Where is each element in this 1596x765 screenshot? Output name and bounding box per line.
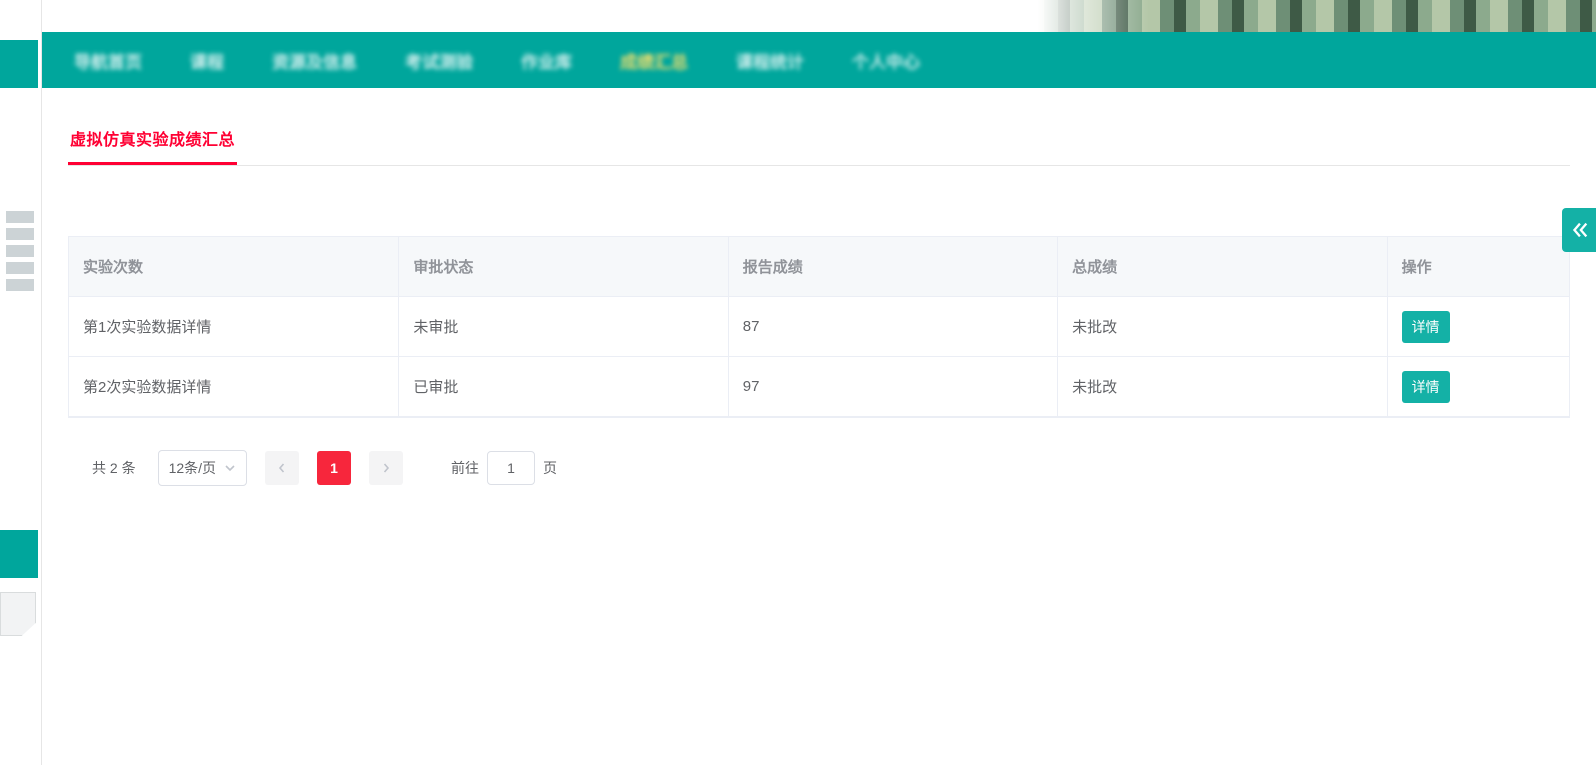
- pagination-goto: 前往 页: [451, 451, 557, 485]
- pagination-prev-button[interactable]: [265, 451, 299, 485]
- cell-total-score: 未批改: [1057, 357, 1386, 417]
- page-size-select[interactable]: 12条/页: [158, 450, 247, 486]
- nav-item[interactable]: 资源及信息: [272, 48, 357, 73]
- page-content: 虚拟仿真实验成绩汇总 实验次数 审批状态 报告成绩 总成绩 操作 第1次实验数据…: [42, 88, 1596, 765]
- pagination-total: 共 2 条: [92, 458, 136, 478]
- goto-suffix: 页: [543, 458, 557, 478]
- pagination-next-button[interactable]: [369, 451, 403, 485]
- chevron-right-icon: [381, 463, 391, 473]
- goto-prefix: 前往: [451, 458, 479, 478]
- goto-page-input[interactable]: [487, 451, 535, 485]
- nav-item[interactable]: 作业库: [521, 48, 572, 73]
- nav-item-active[interactable]: 成绩汇总: [620, 48, 688, 73]
- tab-scores-summary[interactable]: 虚拟仿真实验成绩汇总: [68, 118, 237, 165]
- th-report-score: 报告成绩: [728, 237, 1057, 297]
- results-table: 实验次数 审批状态 报告成绩 总成绩 操作 第1次实验数据详情 未审批 87 未…: [68, 236, 1570, 418]
- cell-approval-status: 未审批: [398, 297, 727, 357]
- chevron-down-icon: [224, 462, 236, 474]
- sidebar-tile[interactable]: [0, 530, 38, 578]
- nav-item[interactable]: 个人中心: [852, 48, 920, 73]
- detail-button[interactable]: 详情: [1402, 311, 1450, 343]
- nav-item[interactable]: 课程统计: [736, 48, 804, 73]
- pagination-current-page[interactable]: 1: [317, 451, 351, 485]
- sidebar-rail: [0, 0, 42, 765]
- right-panel-toggle[interactable]: [1562, 208, 1596, 252]
- nav-item[interactable]: 导航首页: [74, 48, 142, 73]
- cell-report-score: 87: [728, 297, 1057, 357]
- table-row: 第1次实验数据详情 未审批 87 未批改 详情: [69, 297, 1569, 357]
- cell-operation: 详情: [1387, 297, 1569, 357]
- tab-strip: 虚拟仿真实验成绩汇总: [68, 118, 1570, 166]
- nav-item[interactable]: 考试测验: [405, 48, 473, 73]
- table-row: 第2次实验数据详情 已审批 97 未批改 详情: [69, 357, 1569, 417]
- cell-experiment-count: 第1次实验数据详情: [69, 297, 398, 357]
- top-navbar: 导航首页 课程 资源及信息 考试测验 作业库 成绩汇总 课程统计 个人中心: [42, 32, 1596, 88]
- pagination: 共 2 条 12条/页 1 前往 页: [92, 450, 1570, 486]
- page-size-label: 12条/页: [169, 458, 216, 478]
- cell-approval-status: 已审批: [398, 357, 727, 417]
- nav-item[interactable]: 课程: [190, 48, 224, 73]
- header-banner: [0, 0, 1596, 32]
- chevron-left-icon: [277, 463, 287, 473]
- sidebar-widget: [2, 206, 38, 316]
- th-approval-status: 审批状态: [398, 237, 727, 297]
- cell-experiment-count: 第2次实验数据详情: [69, 357, 398, 417]
- table-header-row: 实验次数 审批状态 报告成绩 总成绩 操作: [69, 237, 1569, 297]
- chevron-double-left-icon: [1568, 219, 1590, 241]
- th-experiment-count: 实验次数: [69, 237, 398, 297]
- th-total-score: 总成绩: [1057, 237, 1386, 297]
- sidebar-collapse-handle[interactable]: [0, 592, 36, 636]
- cell-total-score: 未批改: [1057, 297, 1386, 357]
- cell-operation: 详情: [1387, 357, 1569, 417]
- th-operation: 操作: [1387, 237, 1569, 297]
- detail-button[interactable]: 详情: [1402, 371, 1450, 403]
- cell-report-score: 97: [728, 357, 1057, 417]
- sidebar-tile[interactable]: [0, 40, 38, 88]
